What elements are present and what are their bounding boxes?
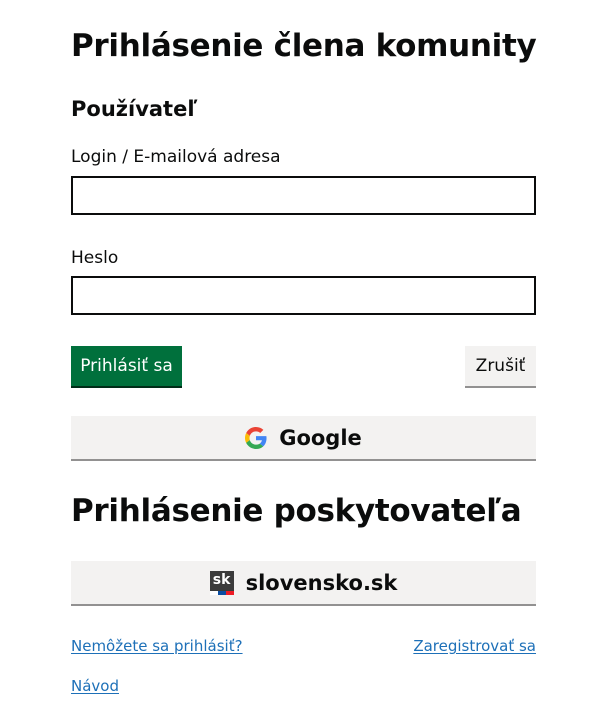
- google-login-button[interactable]: Google: [71, 416, 536, 459]
- login-label: Login / E-mailová adresa: [71, 147, 281, 167]
- slovensko-button-label: slovensko.sk: [245, 570, 398, 595]
- google-g-icon: [245, 426, 267, 449]
- password-label: Heslo: [71, 248, 119, 268]
- google-button-label: Google: [279, 425, 362, 450]
- cancel-button[interactable]: Zrušiť: [465, 346, 536, 386]
- section-heading-user: Používateľ: [71, 97, 198, 121]
- register-link[interactable]: Zaregistrovať sa: [413, 637, 536, 655]
- slovensko-login-button[interactable]: sk slovensko.sk: [71, 561, 536, 604]
- slovensko-sk-logo-icon: sk: [209, 570, 234, 595]
- provider-title: Prihlásenie poskytovateľa: [71, 493, 522, 529]
- password-input[interactable]: [71, 276, 536, 315]
- login-button[interactable]: Prihlásiť sa: [71, 346, 182, 386]
- guide-link[interactable]: Návod: [71, 677, 119, 695]
- cant-login-link[interactable]: Nemôžete sa prihlásiť?: [71, 637, 243, 655]
- login-input[interactable]: [71, 176, 536, 215]
- page-title: Prihlásenie člena komunity: [71, 28, 537, 64]
